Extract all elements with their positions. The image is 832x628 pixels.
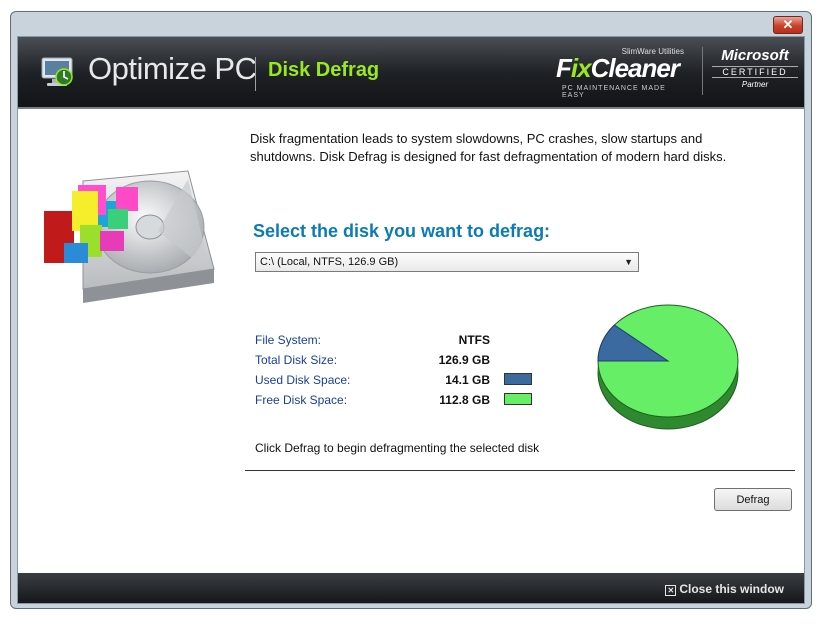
hard-disk-defrag-icon xyxy=(44,170,215,303)
free-space-swatch xyxy=(504,393,532,405)
computer-icon xyxy=(41,57,73,86)
info-value-free-space: 112.8 GB xyxy=(439,393,490,407)
info-label-free-space: Free Disk Space: xyxy=(255,393,348,407)
dropdown-arrow-icon: ▼ xyxy=(624,257,633,267)
used-space-swatch xyxy=(504,373,532,385)
logo-tagline: PC MAINTENANCE MADE EASY xyxy=(562,85,666,99)
close-window-link[interactable]: ✕ Close this window xyxy=(665,582,784,596)
info-label-used-space: Used Disk Space: xyxy=(255,373,351,387)
microsoft-certified-logo: Microsoft CERTIFIED Partner xyxy=(712,47,798,89)
module-title: Disk Defrag xyxy=(268,59,380,81)
app-title: Optimize PC xyxy=(88,51,257,86)
info-value-used-space: 14.1 GB xyxy=(445,373,490,387)
select-disk-heading: Select the disk you want to defrag: xyxy=(253,221,551,241)
title-divider xyxy=(255,57,256,91)
close-box-icon: ✕ xyxy=(665,585,677,596)
disk-select-value: C:\ (Local, NTFS, 126.9 GB) xyxy=(260,256,399,268)
info-value-total-size: 126.9 GB xyxy=(438,353,490,367)
defrag-hint-text: Click Defrag to begin defragmenting the … xyxy=(255,441,540,455)
info-label-file-system: File System: xyxy=(255,333,322,347)
info-label-total-size: Total Disk Size: xyxy=(255,353,338,367)
app-window: ✕ Optimize PC Disk Defrag SlimWare Utili… xyxy=(10,11,812,609)
logo-divider xyxy=(702,47,703,95)
disk-usage-pie-chart xyxy=(597,304,739,430)
description-text: Disk fragmentation leads to system slowd… xyxy=(250,131,727,164)
info-value-file-system: NTFS xyxy=(458,333,490,347)
logo-name: FixCleaner xyxy=(556,53,680,83)
header-banner: Optimize PC Disk Defrag SlimWare Utiliti… xyxy=(18,37,804,109)
footer-bar: ✕ Close this window xyxy=(18,573,804,603)
defrag-button[interactable]: Defrag xyxy=(714,488,792,511)
title-bar: ✕ xyxy=(11,12,811,36)
disk-select-dropdown[interactable]: C:\ (Local, NTFS, 126.9 GB) ▼ xyxy=(255,252,639,272)
window-client: Optimize PC Disk Defrag SlimWare Utiliti… xyxy=(17,36,805,604)
fixcleaner-logo: SlimWare Utilities FixCleaner PC MAINTEN… xyxy=(556,47,686,101)
content-divider xyxy=(245,470,795,471)
window-close-button[interactable]: ✕ xyxy=(773,16,803,34)
